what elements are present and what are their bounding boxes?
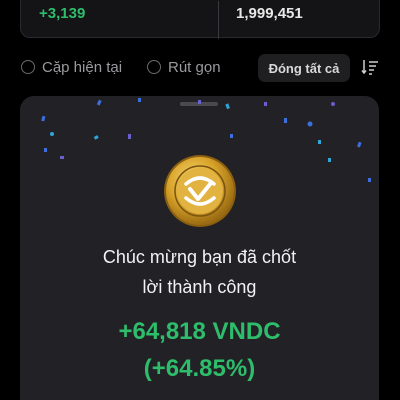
stats-divider xyxy=(218,1,219,39)
current-pair-label[interactable]: Cặp hiện tại xyxy=(42,59,122,76)
stats-card: +3,139 1,999,451 xyxy=(20,0,380,39)
celebration-panel: Chúc mừng bạn đã chốt lời thành công +64… xyxy=(20,96,379,400)
profit-percent: (+64.85%) xyxy=(143,355,256,382)
vndc-coin-icon xyxy=(164,155,236,227)
profit-amount: +64,818 VNDC xyxy=(118,318,281,345)
close-all-button[interactable]: Đóng tất cả xyxy=(258,54,350,82)
compact-radio[interactable] xyxy=(147,60,161,74)
success-message-line1: Chúc mừng bạn đã chốt xyxy=(102,247,297,267)
success-message: Chúc mừng bạn đã chốt lời thành công xyxy=(20,242,379,302)
balance-value: 1,999,451 xyxy=(236,5,303,22)
screen: +3,139 1,999,451 Cặp hiện tại Rút gọn Đó… xyxy=(0,0,400,400)
compact-label[interactable]: Rút gọn xyxy=(168,59,221,76)
success-message-line2: lời thành công xyxy=(142,277,257,297)
sort-icon[interactable] xyxy=(361,58,379,76)
current-pair-radio[interactable] xyxy=(21,60,35,74)
filter-row: Cặp hiện tại Rút gọn Đóng tất cả xyxy=(0,52,400,86)
pnl-value: +3,139 xyxy=(39,5,86,22)
